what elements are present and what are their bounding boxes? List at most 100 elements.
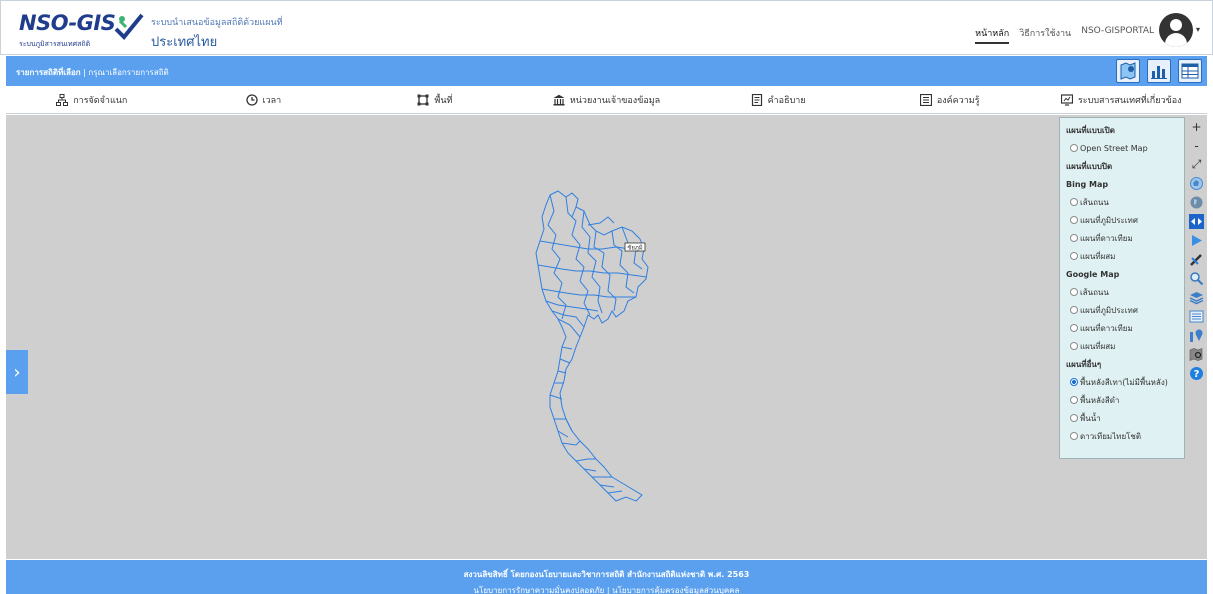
pan-arrows-icon <box>1189 214 1204 229</box>
zoom-out-button[interactable]: - <box>1186 136 1207 155</box>
play-icon <box>1192 235 1202 246</box>
breadcrumb-value: กรุณาเลือกรายการสถิติ <box>88 68 169 77</box>
header: NSO-GIS ระบบภูมิสารสนเทศสถิติ ระบบนำเสนอ… <box>0 0 1213 55</box>
layer-option-google-satellite[interactable]: แผนที่ดาวเทียม <box>1066 320 1178 338</box>
layer-option-thaichote[interactable]: ดาวเทียมไทยโชติ <box>1066 428 1178 446</box>
zoom-in-button[interactable]: + <box>1186 117 1207 136</box>
layer-option-bing-road[interactable]: เส้นถนน <box>1066 194 1178 212</box>
full-extent-button[interactable] <box>1186 174 1207 193</box>
layer-option-bing-satellite[interactable]: แผนที่ดาวเทียม <box>1066 230 1178 248</box>
breadcrumb-label: รายการสถิติที่เลือก <box>16 68 81 77</box>
fullscreen-button[interactable]: ⤢ <box>1186 155 1207 174</box>
document-icon <box>919 93 932 106</box>
map-canvas[interactable]: ชัยภูมิ › แผนที่แบบเปิด Open Street Map … <box>6 115 1207 559</box>
layer-group-closed: แผนที่แบบปิด <box>1066 162 1113 171</box>
layer-group-google: Google Map <box>1066 270 1120 279</box>
menu-knowledge[interactable]: องค์ความรู้ <box>864 86 1036 113</box>
chevron-right-icon: › <box>13 361 21 383</box>
menu-classification-label: การจัดจำแนก <box>73 95 128 106</box>
layer-option-label: เส้นถนน <box>1080 198 1109 207</box>
nav-home-link[interactable]: หน้าหลัก <box>975 26 1010 44</box>
table-view-button[interactable] <box>1178 59 1202 83</box>
footer: สงวนลิขสิทธิ์ โดยกองนโยบายและวิชาการสถิต… <box>6 560 1207 594</box>
magnifier-icon <box>1190 272 1204 286</box>
map-view-button[interactable] <box>1116 59 1140 83</box>
help-button[interactable]: ? <box>1186 364 1207 383</box>
radio-icon <box>1070 342 1078 350</box>
radio-icon <box>1070 306 1078 314</box>
sidebar-toggle-button[interactable]: › <box>6 350 28 394</box>
logo-text: NSO-GIS <box>19 11 116 35</box>
logo-subtitle: ระบบภูมิสารสนเทศสถิติ <box>19 40 91 48</box>
book-icon <box>751 93 762 106</box>
menu-description-label: คำอธิบาย <box>767 95 806 106</box>
layer-option-google-road[interactable]: เส้นถนน <box>1066 284 1178 302</box>
layer-option-label: เส้นถนน <box>1080 288 1109 297</box>
layer-group-other: แผนที่อื่นๆ <box>1066 360 1102 369</box>
thailand-boundary-map[interactable]: ชัยภูมิ <box>532 187 652 505</box>
measure-button[interactable] <box>1186 250 1207 269</box>
nav-portal-link[interactable]: NSO-GISPORTAL <box>1081 26 1154 44</box>
layer-option-label: แผนที่ภูมิประเทศ <box>1080 306 1138 315</box>
clock-icon <box>245 93 258 106</box>
globe-button[interactable] <box>1186 193 1207 212</box>
help-glyph: ? <box>1194 369 1200 380</box>
agency-icon <box>553 94 565 105</box>
radio-icon <box>1070 144 1078 152</box>
menu-knowledge-label: องค์ความรู้ <box>936 95 980 106</box>
layer-option-label: แผนที่ผสม <box>1080 342 1116 351</box>
menu-time[interactable]: เวลา <box>178 86 350 113</box>
layer-option-google-hybrid[interactable]: แผนที่ผสม <box>1066 338 1178 356</box>
layer-option-osm[interactable]: Open Street Map <box>1066 140 1178 158</box>
map-toolbar: + - ⤢ ? <box>1186 117 1207 383</box>
search-map-button[interactable] <box>1186 269 1207 288</box>
menu-time-label: เวลา <box>262 95 282 106</box>
menu-area-label: พื้นที่ <box>434 95 453 106</box>
chart-view-button[interactable] <box>1147 59 1171 83</box>
info-point-button[interactable] <box>1186 326 1207 345</box>
menu-area[interactable]: พื้นที่ <box>349 86 521 113</box>
logo[interactable]: NSO-GIS ระบบภูมิสารสนเทศสถิติ <box>19 9 145 49</box>
next-view-button[interactable] <box>1186 231 1207 250</box>
radio-icon <box>1070 288 1078 296</box>
layer-option-bing-terrain[interactable]: แผนที่ภูมิประเทศ <box>1066 212 1178 230</box>
main-menu: การจัดจำแนก เวลา พื้นที่ หน่วยงานเจ้าของ… <box>6 86 1207 114</box>
layer-option-label: แผนที่ดาวเทียม <box>1080 234 1133 243</box>
print-map-button[interactable] <box>1186 345 1207 364</box>
system-icon <box>1060 93 1073 106</box>
legend-button[interactable] <box>1186 307 1207 326</box>
site-title-line1: ระบบนำเสนอข้อมูลสถิติด้วยแผนที่ <box>151 18 283 28</box>
user-avatar-icon[interactable] <box>1159 13 1193 47</box>
menu-description[interactable]: คำอธิบาย <box>692 86 864 113</box>
menu-classification[interactable]: การจัดจำแนก <box>6 86 178 113</box>
pan-button[interactable] <box>1186 212 1207 231</box>
caret-down-icon[interactable]: ▾ <box>1196 25 1200 34</box>
layer-option-black[interactable]: พื้นหลังสีดำ <box>1066 392 1178 410</box>
menu-related-systems-label: ระบบสารสนเทศที่เกี่ยวข้อง <box>1077 95 1182 106</box>
menu-related-systems[interactable]: ระบบสารสนเทศที่เกี่ยวข้อง <box>1035 86 1207 113</box>
footer-policy-links[interactable]: นโยบายการรักษาความมั่นคงปลอดภัย | นโยบาย… <box>6 581 1207 594</box>
layer-option-label: แผนที่ดาวเทียม <box>1080 324 1133 333</box>
site-title-line2: ประเทศไทย <box>151 35 218 50</box>
layer-option-label: พื้นหลังสีดำ <box>1080 396 1120 405</box>
layer-option-gray[interactable]: พื้นหลังสีเทา(ไม่มีพื้นหลัง) <box>1066 374 1178 392</box>
breadcrumb: รายการสถิติที่เลือก | กรุณาเลือกรายการสถ… <box>16 68 169 77</box>
radio-icon <box>1070 414 1078 422</box>
menu-agency-label: หน่วยงานเจ้าของข้อมูล <box>569 95 661 106</box>
bar-chart-icon <box>1151 66 1167 79</box>
layer-option-label: พื้นหลังสีเทา(ไม่มีพื้นหลัง) <box>1080 378 1168 387</box>
menu-agency[interactable]: หน่วยงานเจ้าของข้อมูล <box>521 86 693 113</box>
radio-icon <box>1070 432 1078 440</box>
radio-icon <box>1070 216 1078 224</box>
top-nav: หน้าหลัก วิธีการใช้งาน NSO-GISPORTAL <box>975 26 1154 44</box>
base-layer-panel: แผนที่แบบเปิด Open Street Map แผนที่แบบป… <box>1059 117 1185 459</box>
nav-howto-link[interactable]: วิธีการใช้งาน <box>1019 26 1071 44</box>
map-search-icon <box>1189 348 1203 361</box>
selection-bar: รายการสถิติที่เลือก | กรุณาเลือกรายการสถ… <box>6 56 1207 86</box>
layer-option-label: แผนที่ผสม <box>1080 252 1116 261</box>
layer-option-label: แผนที่ภูมิประเทศ <box>1080 216 1138 225</box>
layer-option-google-terrain[interactable]: แผนที่ภูมิประเทศ <box>1066 302 1178 320</box>
layer-option-bing-hybrid[interactable]: แผนที่ผสม <box>1066 248 1178 266</box>
layers-button[interactable] <box>1186 288 1207 307</box>
layer-option-water[interactable]: พื้นน้ำ <box>1066 410 1178 428</box>
